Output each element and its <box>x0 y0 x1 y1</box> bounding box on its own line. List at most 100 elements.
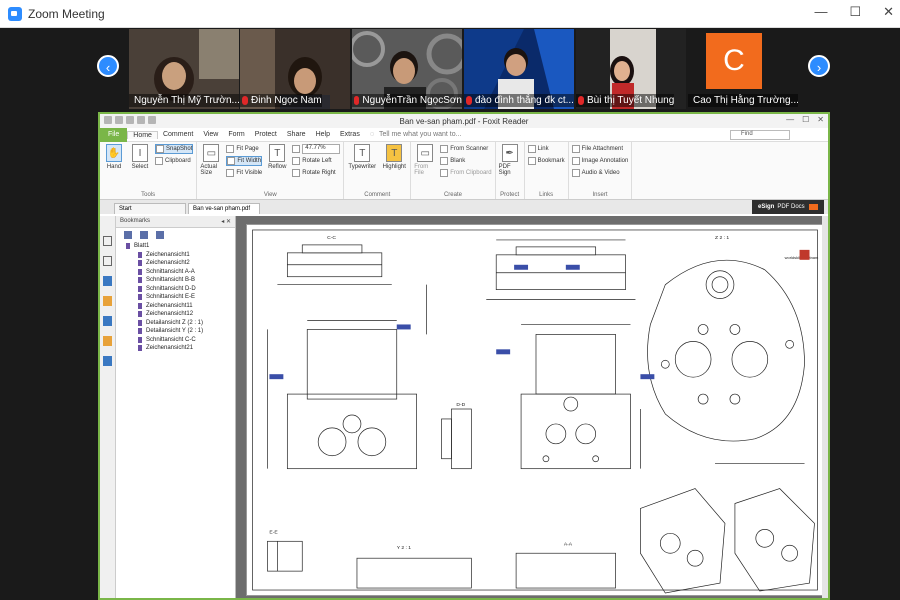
dimension-tag <box>514 264 529 270</box>
participant-tile[interactable]: Bùi thị Tuyết Nhung <box>576 29 686 109</box>
blank-button[interactable]: Blank <box>440 156 491 166</box>
cursor-icon: I <box>132 144 148 162</box>
snapshot-button[interactable]: SnapShot <box>155 144 194 154</box>
bookmark-item[interactable]: Schnittansicht B-B <box>126 276 235 285</box>
layers-icon[interactable] <box>103 256 112 266</box>
reader-title: Ban ve-san pham.pdf - Foxit Reader <box>399 116 529 126</box>
link-button[interactable]: Link <box>527 144 565 154</box>
file-attachment-button[interactable]: File Attachment <box>571 144 629 154</box>
bookmark-item[interactable]: Schnittansicht A-A <box>126 268 235 277</box>
maximize-button[interactable]: ☐ <box>849 4 861 20</box>
bookmark-label: Zeichenansicht12 <box>146 311 194 318</box>
paperclip-icon[interactable] <box>103 316 112 326</box>
scanner-icon <box>440 145 449 153</box>
menu-help[interactable]: Help <box>311 131 335 138</box>
print-icon[interactable] <box>126 116 134 124</box>
audio-video-button[interactable]: Audio & Video <box>571 168 629 178</box>
undo-icon[interactable] <box>137 116 145 124</box>
from-scanner-button[interactable]: From Scanner <box>440 144 491 154</box>
close-button[interactable]: ✕ <box>883 4 894 20</box>
expand-bookmark-icon[interactable] <box>124 231 132 239</box>
fit-page-button[interactable]: Fit Page <box>226 144 262 154</box>
lock-icon[interactable] <box>103 336 112 346</box>
fit-visible-button[interactable]: Fit Visible <box>226 168 262 178</box>
find-input[interactable]: Find <box>730 130 790 140</box>
typewriter-button[interactable]: T Typewriter <box>347 144 377 189</box>
vertical-scrollbar[interactable] <box>822 216 828 598</box>
open-icon[interactable] <box>104 116 112 124</box>
participant-tile[interactable]: Nguyễn Thị Mỹ Trườn... <box>129 29 239 109</box>
highlight-button[interactable]: T Highlight <box>381 144 407 189</box>
menu-share[interactable]: Share <box>282 131 311 138</box>
clipboard-icon <box>440 169 449 177</box>
bookmark-item[interactable]: Zeichenansicht2 <box>126 259 235 268</box>
bookmark-item[interactable]: Schnittansicht D-D <box>126 285 235 294</box>
bookmark-item[interactable]: Zeichenansicht1 <box>126 251 235 260</box>
comments-icon[interactable] <box>103 276 112 286</box>
hand-tool-button[interactable]: ✋ Hand <box>103 144 125 189</box>
signature-icon[interactable] <box>103 356 112 366</box>
esign-button[interactable]: eSign PDF Docs <box>752 200 824 214</box>
image-annotation-button[interactable]: Image Annotation <box>571 156 628 166</box>
menu-view[interactable]: View <box>198 131 223 138</box>
from-file-button[interactable]: ▭ From File <box>414 144 436 189</box>
participant-tile[interactable]: C Cao Thị Hằng Trường... <box>688 29 798 109</box>
zoom-control[interactable]: 47.77% <box>292 144 341 154</box>
bookmark-item[interactable]: Zeichenansicht12 <box>126 310 235 319</box>
next-page-arrow-icon[interactable]: › <box>808 55 830 77</box>
tell-me-input[interactable]: Tell me what you want to... <box>379 131 461 138</box>
bookmark-item[interactable]: Schnittansicht C-C <box>126 336 235 345</box>
bookmark-item[interactable]: Blatt1 <box>126 242 235 251</box>
technical-drawing: C-C Z 2 : 1 D-D E-E Y 2 : 1 A-A worldski… <box>252 229 819 594</box>
reader-minimize-button[interactable]: — <box>786 115 794 124</box>
bookmark-item[interactable]: Zeichenansicht11 <box>126 302 235 311</box>
rotate-left-button[interactable]: Rotate Left <box>292 156 340 166</box>
zoom-input[interactable]: 47.77% <box>302 144 341 154</box>
menu-comment[interactable]: Comment <box>158 131 198 138</box>
attachments-icon[interactable] <box>103 296 112 306</box>
clipboard-button[interactable]: Clipboard <box>155 156 193 166</box>
minimize-button[interactable]: — <box>814 4 827 20</box>
reader-maximize-button[interactable]: ☐ <box>802 115 809 124</box>
pages-icon[interactable] <box>103 236 112 246</box>
collapse-bookmark-icon[interactable] <box>140 231 148 239</box>
mic-muted-icon <box>578 96 584 105</box>
links-group: Link Bookmark Links <box>525 142 569 199</box>
bookmark-item[interactable]: Zeichenansicht21 <box>126 344 235 353</box>
menu-form[interactable]: Form <box>223 131 249 138</box>
tab-document[interactable]: Ban ve-san pham.pdf <box>188 203 260 214</box>
bookmark-item[interactable]: Schnittansicht E-E <box>126 293 235 302</box>
reader-close-button[interactable]: ✕ <box>817 115 824 124</box>
select-tool-button[interactable]: I Select <box>129 144 151 189</box>
dimension-tag <box>565 264 580 270</box>
dimension-tag <box>640 374 655 380</box>
participant-tile[interactable]: NguyễnTrần NgọcSơn <box>352 29 462 109</box>
close-panel-icon[interactable]: ◂ ✕ <box>221 218 231 225</box>
tab-start[interactable]: Start <box>114 203 186 214</box>
bookmark-item[interactable]: Detailansicht Z (2 : 1) <box>126 319 235 328</box>
menu-file[interactable]: File <box>100 127 128 142</box>
redo-icon[interactable] <box>148 116 156 124</box>
prev-page-arrow-icon[interactable]: ‹ <box>97 55 119 77</box>
bookmark-icon <box>138 328 142 335</box>
document-viewer[interactable]: C-C Z 2 : 1 D-D E-E Y 2 : 1 A-A worldski… <box>236 216 828 598</box>
menu-home[interactable]: Home <box>127 130 158 139</box>
bookmark-item[interactable]: Detailansicht Y (2 : 1) <box>126 327 235 336</box>
insert-group: File Attachment Image Annotation Audio &… <box>569 142 633 199</box>
menu-protect[interactable]: Protect <box>250 131 282 138</box>
add-bookmark-icon[interactable] <box>156 231 164 239</box>
dimension-tag <box>396 324 411 330</box>
participant-name: NguyễnTrần NgọcSơn <box>362 95 462 106</box>
bookmark-label: Schnittansicht B-B <box>146 277 196 284</box>
save-icon[interactable] <box>115 116 123 124</box>
actual-size-button[interactable]: ▭ Actual Size <box>200 144 222 189</box>
fit-width-button[interactable]: Fit Width <box>226 156 263 166</box>
menu-extras[interactable]: Extras <box>335 131 365 138</box>
pdf-sign-button[interactable]: ✒ PDF Sign <box>499 144 521 189</box>
from-clipboard-button[interactable]: From Clipboard <box>440 168 492 178</box>
rotate-right-button[interactable]: Rotate Right <box>292 168 340 178</box>
bookmark-button[interactable]: Bookmark <box>527 156 565 166</box>
participant-tile[interactable]: đào đình thắng đk ct... <box>464 29 574 109</box>
participant-tile[interactable]: Đinh Ngọc Nam <box>240 29 350 109</box>
reflow-button[interactable]: T Reflow <box>266 144 288 189</box>
